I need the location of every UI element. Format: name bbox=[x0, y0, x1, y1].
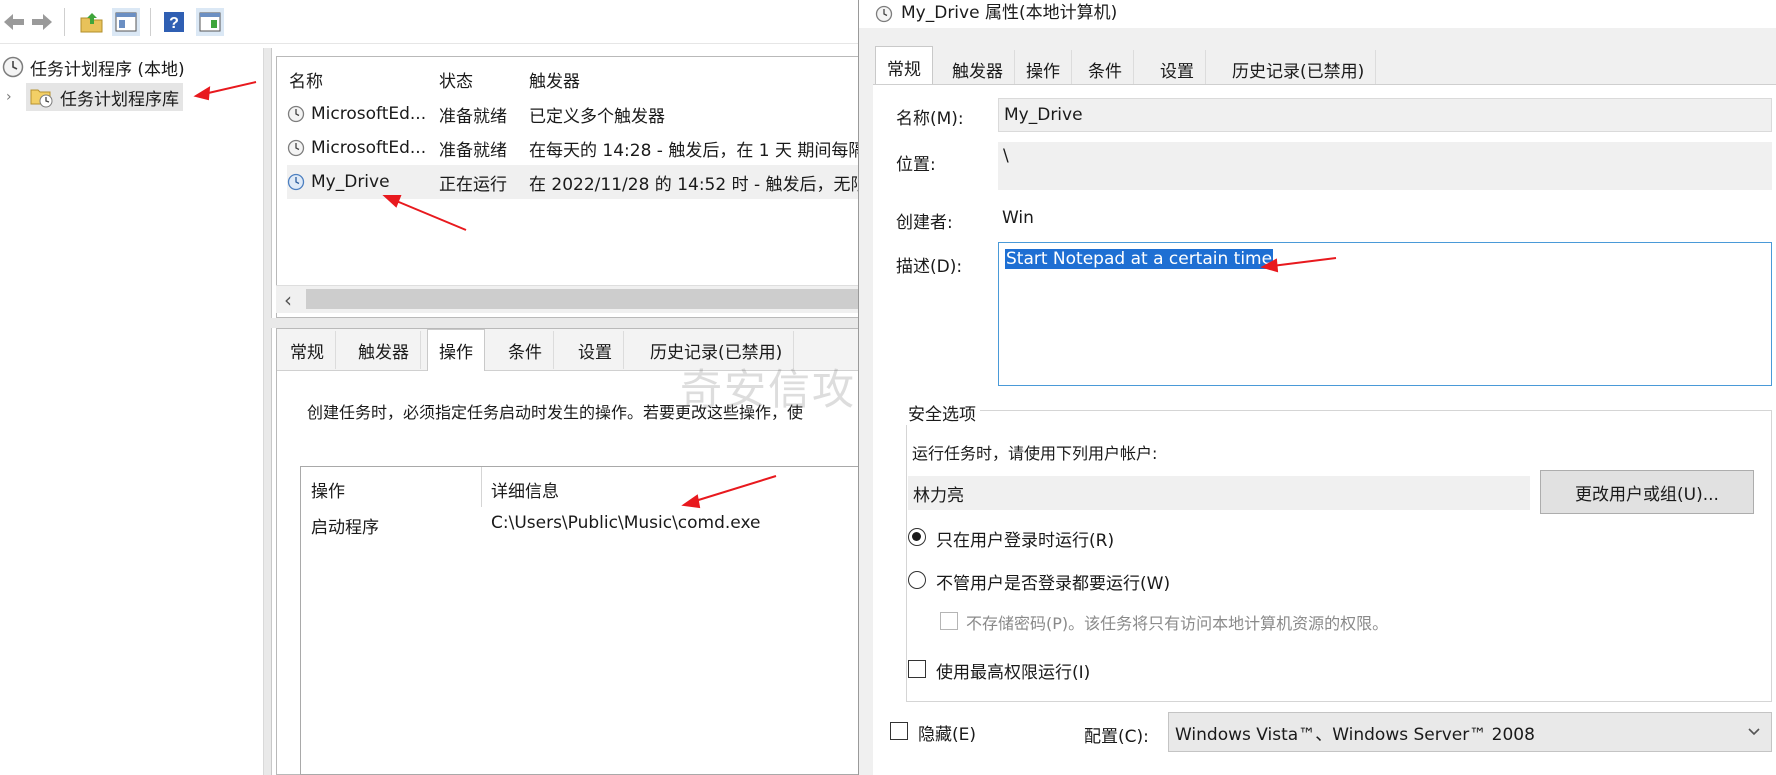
checkbox-run-highest-privileges[interactable] bbox=[908, 660, 926, 678]
radio-run-whether-logged-on[interactable] bbox=[908, 571, 926, 589]
tree-item-library-selection: 任务计划程序库 bbox=[26, 83, 183, 111]
svg-text:?: ? bbox=[169, 15, 179, 32]
list-item[interactable]: 启动程序 C:\Users\Public\Music\comd.exe bbox=[301, 507, 861, 541]
run-as-label: 运行任务时，请使用下列用户帐户: bbox=[912, 444, 1158, 463]
radio-run-only-logged-on[interactable] bbox=[908, 528, 926, 546]
chevron-down-icon bbox=[1748, 728, 1760, 736]
task-list: 名称 状态 触发器 MicrosoftEd... 准备就绪 已定义多个触发器 M… bbox=[276, 56, 860, 318]
description-textarea[interactable]: Start Notepad at a certain time bbox=[998, 242, 1772, 386]
checkbox-do-not-store-password-label[interactable]: 不存储密码(P)。该任务将只有访问本地计算机资源的权限。 bbox=[966, 608, 1388, 636]
configure-for-value: Windows Vista™、Windows Server™ 2008 bbox=[1175, 724, 1535, 745]
horizontal-splitter[interactable] bbox=[264, 318, 860, 328]
chevron-right-icon[interactable]: › bbox=[6, 89, 26, 105]
up-folder-icon[interactable] bbox=[78, 8, 106, 36]
tree-item-library-label: 任务计划程序库 bbox=[60, 89, 179, 110]
tab-settings[interactable]: 设置 bbox=[567, 331, 624, 369]
help-icon[interactable]: ? bbox=[160, 8, 188, 36]
checkbox-hidden-label[interactable]: 隐藏(E) bbox=[918, 718, 976, 746]
dialog-tab-history[interactable]: 历史记录(已禁用) bbox=[1221, 50, 1377, 88]
column-header-name[interactable]: 名称 bbox=[289, 63, 323, 95]
column-header-trigger[interactable]: 触发器 bbox=[529, 63, 580, 95]
task-trigger: 在每天的 14:28 - 触发后，在 1 天 期间每隔 bbox=[529, 140, 860, 161]
name-field[interactable]: My_Drive bbox=[998, 98, 1772, 132]
author-label: 创建者: bbox=[896, 213, 953, 233]
change-user-button[interactable]: 更改用户或组(U)... bbox=[1540, 470, 1754, 514]
configure-for-select[interactable]: Windows Vista™、Windows Server™ 2008 bbox=[1168, 712, 1772, 752]
location-label: 位置: bbox=[896, 155, 936, 175]
task-running-clock-icon bbox=[287, 173, 305, 191]
task-name: My_Drive bbox=[311, 172, 390, 192]
location-field[interactable]: \ bbox=[998, 142, 1772, 190]
task-name: MicrosoftEd... bbox=[311, 138, 427, 158]
tree-item-root[interactable]: 任务计划程序 (本地) bbox=[2, 52, 185, 82]
column-header-action[interactable]: 操作 bbox=[311, 477, 345, 502]
author-value: Win bbox=[1002, 208, 1034, 228]
tree-item-root-label: 任务计划程序 (本地) bbox=[30, 59, 185, 80]
run-as-user-field[interactable]: 林力亮 bbox=[908, 476, 1530, 510]
scroll-left-arrow-icon[interactable]: ‹ bbox=[284, 288, 292, 312]
navigation-tree: 任务计划程序 (本地) › 任务计划程序库 bbox=[0, 48, 264, 775]
tab-triggers[interactable]: 触发器 bbox=[347, 331, 421, 369]
description-label: 描述(D): bbox=[896, 257, 963, 277]
dialog-tab-settings[interactable]: 设置 bbox=[1149, 50, 1206, 88]
dialog-title: My_Drive 属性(本地计算机) bbox=[901, 2, 1118, 23]
name-label: 名称(M): bbox=[896, 109, 964, 129]
scrollbar-thumb[interactable] bbox=[306, 289, 860, 309]
radio-run-only-logged-on-label[interactable]: 只在用户登录时运行(R) bbox=[936, 524, 1114, 552]
task-clock-icon bbox=[287, 105, 305, 123]
table-row[interactable]: MicrosoftEd... 准备就绪 已定义多个触发器 bbox=[287, 97, 859, 131]
task-trigger: 在 2022/11/28 的 14:52 时 - 触发后，无限 bbox=[529, 174, 860, 195]
clock-icon bbox=[875, 5, 893, 23]
tree-item-library[interactable]: › 任务计划程序库 bbox=[6, 82, 183, 112]
tab-general[interactable]: 常规 bbox=[279, 331, 336, 369]
dialog-tab-conditions[interactable]: 条件 bbox=[1077, 50, 1134, 88]
task-name: MicrosoftEd... bbox=[311, 104, 427, 124]
toolbar: ? bbox=[0, 0, 860, 44]
tab-conditions[interactable]: 条件 bbox=[497, 331, 554, 369]
show-action-pane-icon[interactable] bbox=[196, 8, 224, 36]
task-clock-icon bbox=[287, 139, 305, 157]
tab-actions[interactable]: 操作 bbox=[427, 329, 485, 371]
task-status: 准备就绪 bbox=[439, 140, 507, 161]
checkbox-do-not-store-password[interactable] bbox=[940, 612, 958, 630]
toolbar-separator bbox=[150, 8, 151, 36]
actions-list: 操作 详细信息 启动程序 C:\Users\Public\Music\comd.… bbox=[300, 466, 860, 775]
table-row[interactable]: MicrosoftEd... 准备就绪 在每天的 14:28 - 触发后，在 1… bbox=[287, 131, 860, 165]
back-arrow-icon[interactable] bbox=[0, 8, 28, 36]
description-selected-text: Start Notepad at a certain time bbox=[1005, 249, 1274, 269]
radio-run-whether-logged-on-label[interactable]: 不管用户是否登录都要运行(W) bbox=[936, 567, 1170, 595]
checkbox-run-highest-privileges-label[interactable]: 使用最高权限运行(I) bbox=[936, 656, 1090, 684]
vertical-splitter[interactable] bbox=[264, 48, 272, 775]
action-type: 启动程序 bbox=[311, 518, 379, 538]
toolbar-separator bbox=[64, 8, 65, 36]
folder-clock-icon bbox=[30, 89, 53, 108]
clock-icon bbox=[2, 56, 24, 78]
dialog-title-bar: My_Drive 属性(本地计算机) bbox=[859, 0, 1776, 28]
task-trigger: 已定义多个触发器 bbox=[529, 106, 665, 127]
action-detail: C:\Users\Public\Music\comd.exe bbox=[491, 513, 761, 533]
checkbox-hidden[interactable] bbox=[890, 722, 908, 740]
show-hide-tree-icon[interactable] bbox=[112, 8, 140, 36]
column-header-details[interactable]: 详细信息 bbox=[491, 477, 559, 502]
dialog-tab-triggers[interactable]: 触发器 bbox=[941, 50, 1015, 88]
dialog-tab-actions[interactable]: 操作 bbox=[1015, 50, 1072, 88]
forward-arrow-icon[interactable] bbox=[28, 8, 56, 36]
column-divider bbox=[481, 467, 482, 507]
security-options-title: 安全选项 bbox=[904, 400, 980, 425]
task-status: 准备就绪 bbox=[439, 106, 507, 127]
dialog-tab-strip: 常规 触发器 操作 条件 设置 历史记录(已禁用) bbox=[875, 46, 1775, 88]
dialog-tab-general[interactable]: 常规 bbox=[875, 46, 933, 88]
table-row-selected[interactable]: My_Drive 正在运行 在 2022/11/28 的 14:52 时 - 触… bbox=[287, 165, 860, 199]
configure-for-label: 配置(C): bbox=[1084, 727, 1149, 747]
column-header-status[interactable]: 状态 bbox=[439, 63, 473, 95]
task-status: 正在运行 bbox=[439, 174, 507, 195]
